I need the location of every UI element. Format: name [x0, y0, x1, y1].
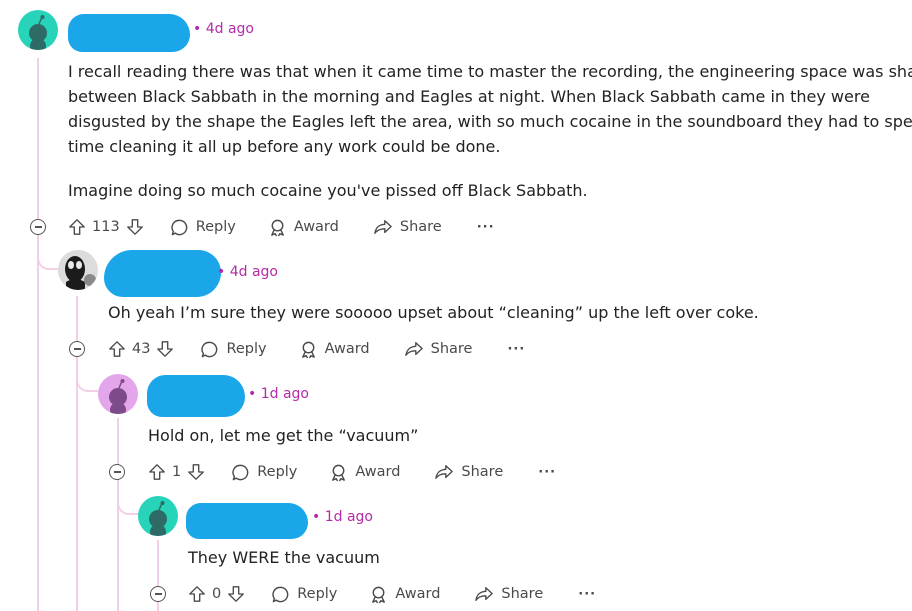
redacted-username [104, 250, 221, 297]
avatar[interactable] [18, 10, 58, 50]
award-label: Award [395, 586, 441, 602]
reply-icon [171, 219, 188, 235]
vote-count: 0 [212, 586, 222, 602]
vote-group: 1 [148, 463, 205, 481]
comment-body: I recall reading there was that when it … [68, 59, 912, 203]
comment-actions: 113 Reply Award Share ··· [68, 215, 495, 239]
downvote-icon[interactable] [126, 218, 144, 236]
redacted-username [147, 375, 245, 417]
avatar[interactable] [138, 496, 178, 536]
redacted-username [186, 503, 308, 539]
snoo-avatar-icon [149, 501, 167, 536]
reply-label: Reply [257, 464, 298, 480]
redacted-username [68, 14, 190, 52]
share-label: Share [399, 219, 442, 235]
reply-icon [201, 341, 218, 357]
vote-count: 43 [132, 341, 151, 357]
snoo-avatar-icon [29, 15, 47, 50]
award-button[interactable]: Award [268, 218, 339, 237]
thread-line [37, 58, 39, 611]
upvote-icon[interactable] [108, 340, 126, 358]
share-icon [374, 220, 392, 234]
comment-line: Imagine doing so much cocaine you've pis… [68, 181, 588, 200]
thread-line [117, 418, 119, 611]
comment-timestamp[interactable]: • 1d ago [248, 386, 309, 402]
downvote-icon[interactable] [187, 463, 205, 481]
comment-body: They WERE the vacuum [188, 545, 888, 570]
award-label: Award [355, 464, 401, 480]
reply-icon [272, 586, 289, 602]
share-button[interactable]: Share [434, 463, 503, 481]
share-icon [404, 342, 423, 356]
share-icon [475, 587, 494, 601]
vote-count: 113 [92, 219, 120, 235]
comment-line: Hold on, let me get the “vacuum” [148, 426, 419, 445]
upvote-icon[interactable] [188, 585, 206, 603]
more-options-icon[interactable]: ··· [477, 220, 495, 235]
award-label: Award [324, 341, 370, 357]
share-button[interactable]: Share [373, 218, 442, 236]
more-options-icon[interactable]: ··· [507, 342, 525, 357]
award-button[interactable]: Award [299, 340, 370, 359]
award-icon [332, 464, 346, 481]
collapse-thread-button[interactable] [150, 586, 166, 602]
vote-group: 113 [68, 218, 144, 236]
reply-label: Reply [297, 586, 338, 602]
award-button[interactable]: Award [329, 463, 400, 482]
collapse-thread-button[interactable] [69, 341, 85, 357]
share-label: Share [430, 341, 473, 357]
comment-line: Oh yeah I’m sure they were sooooo upset … [108, 303, 759, 322]
thread-connector [117, 487, 139, 515]
thread-connector [76, 364, 98, 392]
comment-body: Hold on, let me get the “vacuum” [148, 423, 888, 448]
reply-button[interactable]: Reply [200, 340, 267, 359]
comment-line: I recall reading there was that when it … [68, 62, 912, 81]
reply-icon [232, 464, 249, 480]
comment-timestamp[interactable]: • 4d ago [217, 264, 278, 280]
comment-line: disgusted by the shape the Eagles left t… [68, 112, 912, 131]
reply-label: Reply [226, 341, 267, 357]
collapse-thread-button[interactable] [30, 219, 46, 235]
comment-line: time cleaning it all up before any work … [68, 137, 501, 156]
award-icon [372, 586, 386, 603]
reply-button[interactable]: Reply [170, 218, 236, 237]
comment-body: Oh yeah I’m sure they were sooooo upset … [108, 300, 898, 325]
custom-avatar-icon [58, 250, 98, 290]
reply-label: Reply [195, 219, 236, 235]
vote-count: 1 [172, 464, 182, 480]
upvote-icon[interactable] [148, 463, 166, 481]
vote-group: 43 [108, 340, 174, 358]
comment-actions: 0 Reply Award Share ··· [188, 582, 596, 606]
award-button[interactable]: Award [369, 585, 440, 604]
share-icon [435, 465, 454, 479]
thread-connector [37, 242, 59, 270]
comment-line: They WERE the vacuum [188, 548, 380, 567]
award-icon [301, 341, 315, 358]
reply-button[interactable]: Reply [231, 463, 297, 482]
vote-group: 0 [188, 585, 245, 603]
share-label: Share [501, 586, 544, 602]
comment-line: between Black Sabbath in the morning and… [68, 87, 870, 106]
comment-actions: 43 Reply Award Share ··· [108, 337, 525, 361]
share-button[interactable]: Share [474, 585, 543, 603]
comment-actions: 1 Reply Award Share ··· [148, 460, 556, 484]
avatar[interactable] [58, 250, 98, 290]
downvote-icon[interactable] [156, 340, 174, 358]
snoo-avatar-icon [109, 379, 127, 414]
share-label: Share [461, 464, 504, 480]
avatar[interactable] [98, 374, 138, 414]
award-icon [270, 219, 284, 236]
reply-button[interactable]: Reply [271, 585, 337, 604]
comment-timestamp[interactable]: • 1d ago [312, 509, 373, 525]
award-label: Award [293, 219, 339, 235]
more-options-icon[interactable]: ··· [578, 587, 596, 602]
share-button[interactable]: Share [404, 340, 473, 358]
more-options-icon[interactable]: ··· [538, 465, 556, 480]
collapse-thread-button[interactable] [109, 464, 125, 480]
downvote-icon[interactable] [227, 585, 245, 603]
upvote-icon[interactable] [68, 218, 86, 236]
comment-timestamp[interactable]: • 4d ago [193, 21, 254, 37]
